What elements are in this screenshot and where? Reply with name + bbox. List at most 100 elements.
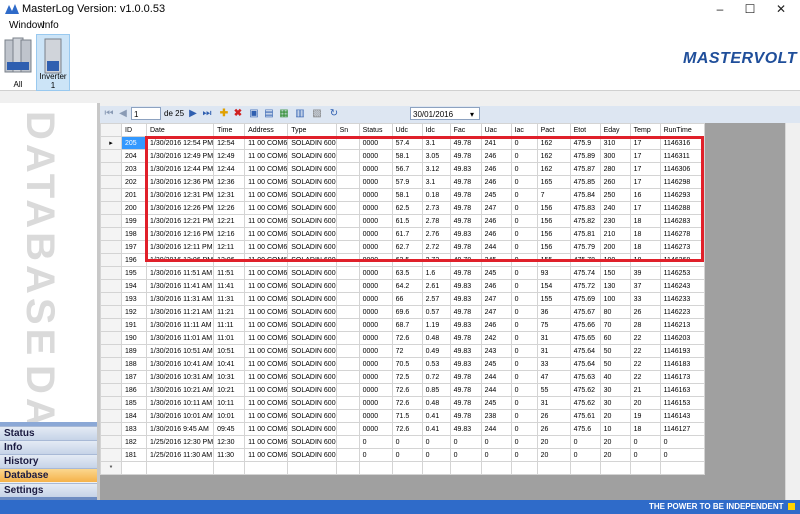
table-cell[interactable]: 202 — [121, 175, 147, 189]
device-tile-all[interactable]: All — [2, 34, 34, 89]
table-cell[interactable] — [335, 175, 360, 189]
table-cell[interactable]: 18 — [629, 214, 661, 228]
table-cell[interactable]: 31 — [536, 344, 571, 358]
row-selector[interactable]: ▸ — [100, 136, 122, 150]
table-cell[interactable]: 36 — [536, 305, 571, 319]
new-row-cell[interactable] — [213, 461, 246, 475]
table-cell[interactable]: 100 — [599, 292, 631, 306]
table-cell[interactable]: 11 00 COM6 — [244, 370, 289, 384]
table-cell[interactable]: 72 — [391, 344, 423, 358]
table-row[interactable]: 195 1/30/2016 11:51 AM 11:51 11 00 COM6 SOLA… — [100, 266, 705, 280]
table-cell[interactable]: 1146306 — [659, 162, 705, 176]
table-cell[interactable]: 0 — [449, 435, 482, 449]
table-cell[interactable]: 61.7 — [391, 227, 423, 241]
table-cell[interactable]: 280 — [599, 162, 631, 176]
table-cell[interactable]: 0 — [510, 253, 538, 267]
row-selector[interactable] — [100, 383, 122, 397]
table-cell[interactable] — [335, 383, 360, 397]
table-cell[interactable]: 475.85 — [569, 175, 601, 189]
column-header[interactable]: Etot — [569, 123, 601, 137]
table-cell[interactable]: 22 — [629, 357, 661, 371]
table-cell[interactable]: SOLADIN 600 — [287, 448, 337, 462]
table-cell[interactable]: 10:31 — [213, 370, 246, 384]
table-cell[interactable]: 0000 — [358, 279, 393, 293]
table-cell[interactable]: 1/30/2016 12:54 PM — [145, 136, 215, 150]
table-cell[interactable]: 475.82 — [569, 214, 601, 228]
table-cell[interactable]: 2.61 — [421, 279, 451, 293]
table-cell[interactable]: 31 — [536, 396, 571, 410]
table-row[interactable]: 184 1/30/2016 10:01 AM 10:01 11 00 COM6 SOLA… — [100, 409, 705, 423]
table-cell[interactable]: 0000 — [358, 344, 393, 358]
table-cell[interactable]: SOLADIN 600 — [287, 305, 337, 319]
column-header[interactable]: Iac — [510, 123, 538, 137]
table-cell[interactable] — [335, 162, 360, 176]
table-cell[interactable]: 1/30/2016 11:41 AM — [145, 279, 215, 293]
table-cell[interactable]: 1/30/2016 12:31 PM — [145, 188, 215, 202]
table-cell[interactable]: 475.83 — [569, 201, 601, 215]
table-cell[interactable]: 1/30/2016 10:31 AM — [145, 370, 215, 384]
menu-window[interactable]: Window — [9, 19, 45, 32]
table-cell[interactable] — [335, 201, 360, 215]
table-cell[interactable]: 80 — [599, 305, 631, 319]
excel-icon[interactable]: ▦ — [278, 108, 290, 120]
table-cell[interactable]: 62.7 — [391, 240, 423, 254]
table-row[interactable]: 202 1/30/2016 12:36 PM 12:36 11 00 COM6 SOLA… — [100, 175, 705, 189]
table-cell[interactable]: 0 — [510, 305, 538, 319]
table-cell[interactable]: 10:01 — [213, 409, 246, 423]
table-cell[interactable]: 0000 — [358, 266, 393, 280]
table-cell[interactable]: 49.78 — [449, 305, 482, 319]
new-row-cell[interactable] — [659, 461, 705, 475]
table-cell[interactable]: 49.78 — [449, 383, 482, 397]
table-cell[interactable]: 0 — [629, 448, 661, 462]
table-cell[interactable]: 2.78 — [421, 214, 451, 228]
table-cell[interactable]: 12:44 — [213, 162, 246, 176]
table-row[interactable]: 185 1/30/2016 10:11 AM 10:11 11 00 COM6 SOLA… — [100, 396, 705, 410]
table-cell[interactable] — [335, 396, 360, 410]
new-row-cell[interactable] — [145, 461, 215, 475]
table-cell[interactable]: 70.5 — [391, 357, 423, 371]
table-cell[interactable]: 49.78 — [449, 396, 482, 410]
table-cell[interactable]: 1146288 — [659, 201, 705, 215]
table-cell[interactable]: 0 — [510, 149, 538, 163]
table-cell[interactable]: SOLADIN 600 — [287, 422, 337, 436]
table-cell[interactable]: 1146203 — [659, 331, 705, 345]
table-cell[interactable]: SOLADIN 600 — [287, 435, 337, 449]
row-selector[interactable] — [100, 396, 122, 410]
table-row[interactable]: 190 1/30/2016 11:01 AM 11:01 11 00 COM6 SOLA… — [100, 331, 705, 345]
column-header[interactable]: Fac — [449, 123, 482, 137]
table-cell[interactable]: 0.18 — [421, 188, 451, 202]
table-cell[interactable]: SOLADIN 600 — [287, 136, 337, 150]
table-cell[interactable]: 33 — [629, 292, 661, 306]
table-cell[interactable]: 0 — [480, 448, 512, 462]
table-cell[interactable]: 475.87 — [569, 162, 601, 176]
table-cell[interactable]: 11 00 COM6 — [244, 448, 289, 462]
row-selector[interactable] — [100, 370, 122, 384]
table-cell[interactable]: 20 — [599, 448, 631, 462]
table-cell[interactable]: 1146233 — [659, 292, 705, 306]
table-cell[interactable]: 0 — [510, 409, 538, 423]
table-cell[interactable]: 156 — [536, 227, 571, 241]
table-cell[interactable]: 300 — [599, 149, 631, 163]
table-cell[interactable]: 0.85 — [421, 383, 451, 397]
table-cell[interactable]: 22 — [629, 344, 661, 358]
table-cell[interactable]: 0.49 — [421, 344, 451, 358]
next-page-icon[interactable]: ▶ — [187, 108, 199, 120]
table-cell[interactable]: 184 — [121, 409, 147, 423]
row-selector[interactable] — [100, 435, 122, 449]
table-cell[interactable]: 204 — [121, 149, 147, 163]
table-cell[interactable]: 475.63 — [569, 370, 601, 384]
table-cell[interactable]: 49.78 — [449, 136, 482, 150]
table-cell[interactable]: 3.1 — [421, 136, 451, 150]
table-cell[interactable]: 50 — [599, 357, 631, 371]
table-cell[interactable]: 1/30/2016 12:36 PM — [145, 175, 215, 189]
table-cell[interactable]: 49.83 — [449, 344, 482, 358]
row-selector[interactable] — [100, 448, 122, 462]
table-cell[interactable]: 30 — [599, 396, 631, 410]
table-cell[interactable]: 475.79 — [569, 240, 601, 254]
column-header[interactable]: Sn — [335, 123, 360, 137]
table-cell[interactable]: 1146283 — [659, 214, 705, 228]
table-cell[interactable]: 1/30/2016 10:41 AM — [145, 357, 215, 371]
table-cell[interactable]: 12:36 — [213, 175, 246, 189]
row-selector[interactable] — [100, 318, 122, 332]
table-cell[interactable]: 1/30/2016 12:26 PM — [145, 201, 215, 215]
